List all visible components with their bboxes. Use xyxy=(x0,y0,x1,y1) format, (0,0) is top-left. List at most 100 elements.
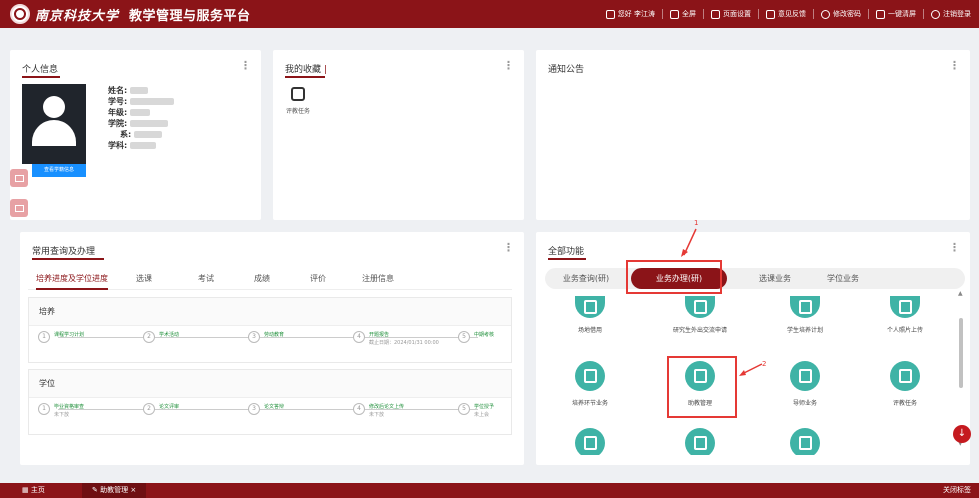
field-grade: 年级: xyxy=(108,108,128,117)
document-icon xyxy=(685,428,715,455)
function-venue[interactable]: 场地借用 xyxy=(545,296,635,334)
degree-step[interactable]: 5 学位授予 未上会 xyxy=(458,403,494,419)
favorites-more-icon[interactable]: ⋮ xyxy=(503,60,514,71)
scrollbar-thumb[interactable] xyxy=(959,318,963,388)
evaluation-task-icon xyxy=(291,87,305,101)
scroll-up-icon[interactable]: ▲ xyxy=(958,290,963,297)
personal-info-fields: 姓名: 学号: 年级: 学院: 系: 学科: xyxy=(108,85,175,151)
tab-exam[interactable]: 考试 xyxy=(198,273,214,284)
degree-title: 学位 xyxy=(29,370,511,398)
annotation-arrow-2: 2 xyxy=(738,360,770,380)
avatar xyxy=(22,84,86,164)
degree-step[interactable]: 2 论文评审 xyxy=(143,403,179,415)
favorites-panel: 我的收藏 | ⋮ xyxy=(273,50,524,220)
training-step[interactable]: 2 学术活动 xyxy=(143,331,179,343)
function-next-1[interactable] xyxy=(545,428,635,455)
page-settings-button[interactable]: 页面设置 xyxy=(704,9,759,19)
send-icon xyxy=(575,428,605,455)
notice-more-icon[interactable]: ⋮ xyxy=(949,60,960,71)
active-tab-ta[interactable]: ✎ 助教管理 × xyxy=(82,483,147,498)
home-tab[interactable]: ▦ 主页 xyxy=(22,483,45,498)
home-icon xyxy=(711,9,720,19)
training-title: 培养 xyxy=(29,298,511,326)
annotation-arrow-1: 1 xyxy=(680,219,710,259)
personal-info-title: 个人信息 xyxy=(22,62,60,78)
side-calendar-icon[interactable] xyxy=(10,169,28,187)
tab-evaluation[interactable]: 评价 xyxy=(310,273,326,284)
highlight-ta-box xyxy=(667,356,737,418)
clean-icon xyxy=(876,9,885,19)
field-discipline: 学科: xyxy=(108,141,128,150)
function-evaluation-task[interactable]: 评教任务 xyxy=(860,361,950,407)
function-tabs: 业务查询(研) 业务办理(研) 选课业务 学位业务 xyxy=(545,268,965,289)
training-step[interactable]: 1 课程学习计划 xyxy=(38,331,84,343)
field-student-id: 学号: xyxy=(108,97,128,106)
grid-icon: ▦ xyxy=(22,486,31,494)
function-training-plan[interactable]: 学生培养计划 xyxy=(760,296,850,334)
top-header: 南京科技大学 教学管理与服务平台 您好 李江涛 全屏 页面设置 意见反馈 修改密… xyxy=(0,0,979,28)
platform-name: 教学管理与服务平台 xyxy=(129,8,251,24)
edit-icon xyxy=(790,428,820,455)
function-exchange[interactable]: 研究生外出交流申请 xyxy=(655,296,745,334)
top-nav: 您好 李江涛 全屏 页面设置 意见反馈 修改密码 一键清屏 注销登录 xyxy=(599,0,971,28)
clear-screen-button[interactable]: 一键清屏 xyxy=(869,9,924,19)
notice-title: 通知公告 xyxy=(548,65,585,75)
university-seal-icon xyxy=(10,4,30,24)
functions-more-icon[interactable]: ⋮ xyxy=(949,242,960,253)
logout-button[interactable]: 注销登录 xyxy=(924,9,971,19)
training-plan-icon xyxy=(790,296,820,318)
close-tabs-button[interactable]: 关闭标签 xyxy=(943,483,971,498)
tab-grades[interactable]: 成绩 xyxy=(254,273,270,284)
power-icon xyxy=(931,9,940,19)
training-track: 培养 xyxy=(28,297,512,363)
field-department: 系: xyxy=(120,130,132,139)
taskbar: ▦ 主页 ✎ 助教管理 × 关闭标签 xyxy=(0,483,979,498)
tab-course-selection[interactable]: 选课 xyxy=(136,273,152,284)
photo-upload-icon xyxy=(890,296,920,318)
field-name: 姓名: xyxy=(108,86,128,95)
common-subtabs: 培养进度及学位进度 选课 考试 成绩 评价 注册信息 xyxy=(28,268,512,290)
tab-degree-business[interactable]: 学位业务 xyxy=(795,268,891,289)
edit-icon: ✎ xyxy=(92,486,101,494)
tab-business-query[interactable]: 业务查询(研) xyxy=(545,268,627,289)
function-supervisor[interactable]: 导师业务 xyxy=(760,361,850,407)
side-list-icon[interactable] xyxy=(10,199,28,217)
venue-icon xyxy=(575,296,605,318)
favorite-item-evaluation[interactable]: 评教任务 xyxy=(278,87,318,115)
personal-more-icon[interactable]: ⋮ xyxy=(240,60,251,71)
all-functions-title: 全部功能 xyxy=(548,244,586,260)
highlight-tab-box xyxy=(626,260,722,294)
training-step[interactable]: 4 开题报告 截止日期：2024/01/31 00:00 xyxy=(353,331,439,347)
change-password-button[interactable]: 修改密码 xyxy=(814,9,869,19)
feedback-button[interactable]: 意见反馈 xyxy=(759,9,814,19)
fullscreen-icon xyxy=(670,9,679,19)
function-next-3[interactable] xyxy=(760,428,850,455)
training-step[interactable]: 3 劳动教育 xyxy=(248,331,284,343)
exchange-icon xyxy=(685,296,715,318)
close-tab-icon[interactable]: × xyxy=(130,486,136,494)
download-icon[interactable]: ↓ xyxy=(953,425,971,443)
university-name: 南京科技大学 xyxy=(35,8,120,24)
function-training-segment[interactable]: 培养环节业务 xyxy=(545,361,635,407)
university-logo[interactable]: 南京科技大学 教学管理与服务平台 xyxy=(0,4,251,24)
evaluation-task-icon xyxy=(890,361,920,391)
function-next-2[interactable] xyxy=(655,428,745,455)
user-icon xyxy=(605,9,615,19)
tab-progress[interactable]: 培养进度及学位进度 xyxy=(36,273,108,290)
training-segment-icon xyxy=(575,361,605,391)
function-photo-upload[interactable]: 个人照片上传 xyxy=(860,296,950,334)
degree-step[interactable]: 1 毕业資格审查 未下放 xyxy=(38,403,84,419)
degree-track: 学位 xyxy=(28,369,512,435)
view-student-record-button[interactable]: 查看学籍信息 xyxy=(32,164,86,177)
degree-step[interactable]: 4 修改后论文上传 未下放 xyxy=(353,403,404,419)
feedback-icon xyxy=(766,9,775,19)
user-greeting[interactable]: 您好 李江涛 xyxy=(599,9,663,19)
degree-step[interactable]: 3 论文答辩 xyxy=(248,403,284,415)
favorites-title: 我的收藏 | xyxy=(285,62,327,78)
tab-registration[interactable]: 注册信息 xyxy=(362,273,394,284)
notice-panel: 通知公告 ⋮ xyxy=(536,50,970,220)
supervisor-icon xyxy=(790,361,820,391)
common-more-icon[interactable]: ⋮ xyxy=(503,242,514,253)
fullscreen-button[interactable]: 全屏 xyxy=(663,9,704,19)
training-step[interactable]: 5 中期考核 xyxy=(458,331,494,343)
